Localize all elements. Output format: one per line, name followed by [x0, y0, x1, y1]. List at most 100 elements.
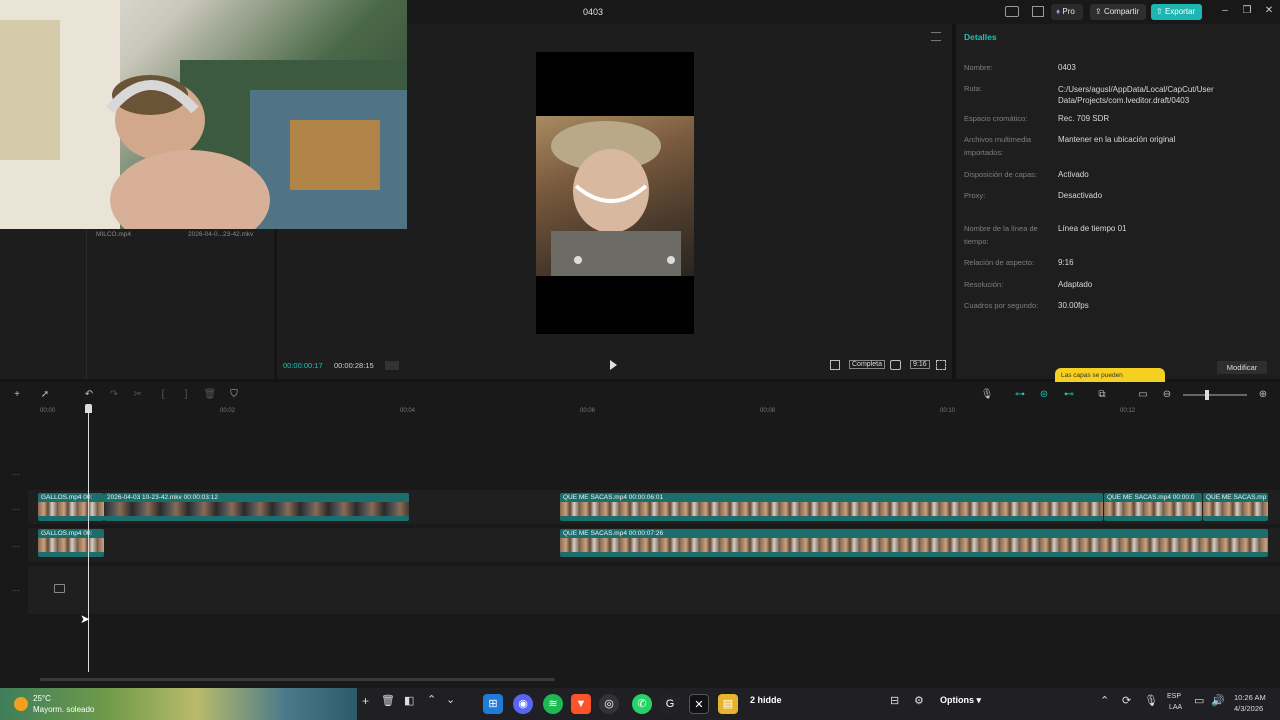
delete-icon[interactable]: 🗑: [203, 388, 217, 402]
clip[interactable]: QUE ME SACAS.mp: [1203, 493, 1268, 521]
clip-label: QUE ME SACAS.mp4 00:00:06:01: [563, 494, 664, 501]
select-tool-icon[interactable]: ➚: [38, 388, 52, 402]
panel-icon[interactable]: ◧: [404, 694, 414, 707]
clip[interactable]: QUE ME SACAS.mp4 00:00:07:26: [560, 529, 1268, 557]
preview-axis-icon[interactable]: ⧉: [1095, 388, 1109, 402]
detail-label: Ruta:: [964, 84, 982, 93]
restore-icon[interactable]: ❐: [1241, 5, 1253, 17]
share-label: Compartir: [1103, 7, 1140, 16]
discord-icon[interactable]: ◉: [513, 694, 533, 714]
ruler-label: 00:08: [760, 408, 776, 414]
zoom-slider[interactable]: [1183, 394, 1247, 396]
webcam-overlay: [0, 0, 407, 229]
chevron-down-icon[interactable]: ⌄: [446, 693, 455, 706]
clip[interactable]: GALLOS.mp4 00:: [38, 529, 104, 557]
diamond-icon: ♦: [1056, 7, 1061, 16]
monitor-icon[interactable]: ▭: [1194, 694, 1204, 707]
fit-select[interactable]: Completa: [849, 360, 885, 369]
zoom-in-icon[interactable]: ⊕: [1256, 388, 1270, 402]
track-menu-icon[interactable]: ···: [12, 586, 20, 595]
clock-time[interactable]: 10:26 AM: [1234, 693, 1266, 702]
link-icon[interactable]: ⊷: [1062, 388, 1076, 402]
timeline-scrollbar[interactable]: [40, 678, 555, 681]
microphone-icon[interactable]: 🎙: [980, 388, 994, 402]
windows-start-icon[interactable]: ⊞: [483, 694, 503, 714]
brave-icon[interactable]: ▼: [571, 694, 591, 714]
chrome-icon[interactable]: ◎: [599, 694, 619, 714]
sun-icon: [14, 697, 28, 711]
settings-icon[interactable]: ⚙: [914, 694, 924, 707]
clip-thumbnails: [560, 502, 1103, 516]
github-icon[interactable]: G: [660, 694, 680, 714]
chevron-up-icon[interactable]: ⌃: [427, 693, 436, 706]
network-app-icon[interactable]: ⟳: [1122, 694, 1131, 707]
track-menu-icon[interactable]: ···: [12, 505, 20, 514]
ratio-select[interactable]: 9:16: [910, 360, 930, 369]
clip[interactable]: QUE ME SACAS.mp4 00:00:06:01: [560, 493, 1103, 521]
folder-icon[interactable]: ▤: [718, 694, 738, 714]
capcut-icon[interactable]: ✕: [689, 694, 709, 714]
ruler-label: 00:06: [580, 408, 596, 414]
playhead-handle[interactable]: [85, 404, 92, 413]
menu-icon[interactable]: [1032, 6, 1044, 17]
hidden-apps-label[interactable]: 2 hidde: [750, 695, 782, 705]
clip[interactable]: QUE ME SACAS.mp4 00:00:0: [1104, 493, 1202, 521]
modify-button[interactable]: Modificar: [1217, 361, 1267, 374]
split-icon[interactable]: ✂: [131, 388, 145, 402]
timecode-toggle-icon[interactable]: [385, 361, 399, 370]
snapshot-icon[interactable]: [890, 360, 901, 370]
shield-icon[interactable]: ⛉: [227, 388, 241, 402]
clip-label: QUE ME SACAS.mp: [1206, 494, 1267, 501]
trash-icon[interactable]: 🗑: [381, 694, 395, 707]
audio-track: [28, 566, 1280, 614]
player-menu-icon[interactable]: [931, 32, 941, 41]
cover-icon[interactable]: [54, 584, 65, 593]
volume-icon[interactable]: 🔊: [1211, 694, 1225, 707]
whatsapp-icon[interactable]: ✆: [632, 694, 652, 714]
add-icon[interactable]: +: [362, 694, 369, 708]
share-icon: ⇪: [1095, 7, 1102, 16]
track-menu-icon[interactable]: ···: [12, 542, 20, 551]
share-button[interactable]: ⇪ Compartir: [1090, 4, 1146, 20]
caption-icon[interactable]: ▭: [1136, 388, 1150, 402]
trim-left-icon[interactable]: [: [156, 388, 170, 402]
media-item-2[interactable]: 2026-04-0...23-42.mkv: [188, 231, 253, 238]
ruler-label: 00:12: [1120, 408, 1136, 414]
details-tab[interactable]: Detalles: [964, 32, 997, 42]
zoom-slider-thumb[interactable]: [1205, 390, 1209, 400]
media-item-1[interactable]: MILCO.mp4: [96, 231, 131, 238]
clip[interactable]: 2026-04-03 10-23-42.mkv 00:00:03:12: [104, 493, 409, 521]
project-title: 0403: [582, 7, 604, 17]
clip[interactable]: GALLOS.mp4 00:: [38, 493, 104, 521]
magnet-icon[interactable]: ⊜: [1037, 388, 1051, 402]
play-icon[interactable]: [610, 360, 617, 370]
undo-icon[interactable]: ↶: [82, 388, 96, 402]
crop-icon[interactable]: [830, 360, 840, 370]
video-frame-image: [536, 116, 694, 276]
tray-chevron-icon[interactable]: ⌃: [1100, 694, 1109, 707]
options-button[interactable]: Options ▾: [940, 695, 981, 706]
clip-label: 2026-04-03 10-23-42.mkv 00:00:03:12: [107, 494, 218, 501]
zoom-out-icon[interactable]: ⊖: [1160, 388, 1174, 402]
spotify-icon[interactable]: ≋: [543, 694, 563, 714]
link-main-icon[interactable]: ⊶: [1013, 388, 1027, 402]
mic-tray-icon[interactable]: 🎙: [1144, 694, 1158, 707]
weather-widget[interactable]: [0, 688, 357, 720]
detail-value: 9:16: [1058, 258, 1074, 267]
clock-date[interactable]: 4/3/2026: [1234, 704, 1263, 713]
redo-icon[interactable]: ↷: [107, 388, 121, 402]
close-icon[interactable]: ✕: [1263, 5, 1275, 17]
playhead[interactable]: [88, 406, 89, 672]
display-icon[interactable]: ⊟: [890, 694, 899, 707]
minimize-icon[interactable]: –: [1219, 5, 1231, 17]
keyboard-layout[interactable]: LAA: [1169, 704, 1182, 711]
add-track-icon[interactable]: +: [10, 388, 24, 402]
layout-icon[interactable]: [1005, 6, 1019, 17]
trim-right-icon[interactable]: ]: [179, 388, 193, 402]
pro-button[interactable]: ♦ Pro: [1051, 4, 1083, 20]
fullscreen-icon[interactable]: [936, 360, 946, 370]
track-menu-icon[interactable]: ···: [12, 470, 20, 479]
export-button[interactable]: ⇧ Exportar: [1151, 4, 1202, 20]
language-code[interactable]: ESP: [1167, 693, 1181, 700]
ruler-label: 00:10: [940, 408, 956, 414]
